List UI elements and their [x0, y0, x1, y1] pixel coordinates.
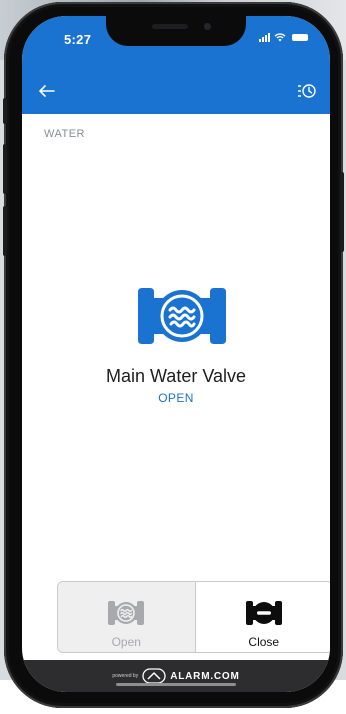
powered-by-text: powered by [112, 673, 139, 679]
alarm-com-logo-icon [142, 668, 166, 684]
valve-controls: Open Close [57, 581, 330, 653]
close-valve-button[interactable]: Close [195, 582, 330, 652]
section-label: WATER [44, 128, 85, 140]
history-list-icon[interactable] [294, 78, 320, 104]
device-status: OPEN [158, 391, 194, 405]
battery-icon [292, 34, 308, 41]
home-indicator[interactable] [22, 683, 330, 686]
notch [106, 16, 246, 46]
device-name: Main Water Valve [105, 366, 247, 386]
open-valve-label: Open [111, 635, 141, 649]
valve-open-icon [108, 601, 145, 625]
app-bar [22, 70, 330, 114]
status-time: 5:27 [64, 32, 92, 47]
powered-by-footer: powered by ALARM.COM [22, 660, 330, 692]
arrow-left-icon[interactable] [34, 78, 60, 104]
volume-up-button [3, 144, 7, 194]
close-valve-label: Close [248, 635, 280, 649]
water-valve-icon [138, 288, 226, 344]
volume-down-button [3, 206, 7, 256]
open-valve-button[interactable]: Open [58, 582, 196, 652]
power-button [340, 172, 344, 252]
cellular-signal-icon [259, 33, 270, 42]
phone-frame: 5:27 WATER Main Water Valve OPEN Open Cl… [3, 2, 344, 708]
app-screen: 5:27 WATER Main Water Valve OPEN Open Cl… [22, 16, 330, 692]
mute-switch [3, 98, 7, 124]
brand-name: ALARM.COM [170, 670, 240, 682]
wifi-icon [274, 33, 286, 42]
valve-closed-icon [245, 601, 282, 625]
status-icons [259, 33, 308, 42]
